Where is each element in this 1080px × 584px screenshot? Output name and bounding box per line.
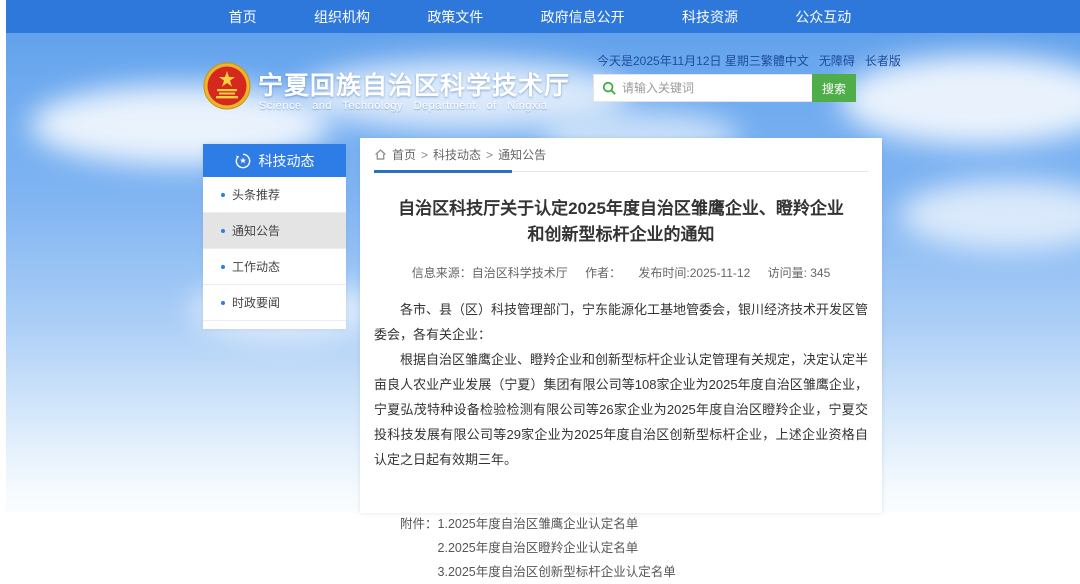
sidebar-title: 科技动态: [259, 151, 315, 171]
link-elder-version[interactable]: 长者版: [865, 52, 901, 69]
article-body: 各市、县（区）科技管理部门，宁东能源化工基地管委会，银川经济技术开发区管委会，各…: [374, 297, 868, 472]
article-title-line2: 和创新型标杆企业的通知: [374, 222, 868, 248]
nav-item-public-interaction[interactable]: 公众互动: [795, 7, 851, 27]
meta-author: 作者：: [585, 266, 621, 280]
header-meta-row: 今天是2025年11月12日 星期三 繁體中文 无障碍 长者版: [597, 52, 875, 68]
sidebar-item-headline-recommend[interactable]: 头条推荐: [203, 177, 346, 213]
attachment-link-1[interactable]: 1.2025年度自治区雏鹰企业认定名单: [438, 512, 676, 536]
breadcrumb: 首页 > 科技动态 > 通知公告: [374, 138, 868, 172]
bullet-dot-icon: [221, 301, 225, 305]
nav-item-policy-documents[interactable]: 政策文件: [427, 7, 483, 27]
breadcrumb-tech-news[interactable]: 科技动态: [433, 146, 481, 163]
nav-item-home[interactable]: 首页: [229, 7, 257, 27]
article-paragraph: 各市、县（区）科技管理部门，宁东能源化工基地管委会，银川经济技术开发区管委会，各…: [374, 297, 868, 347]
meta-publish-time: 发布时间:2025-11-12: [638, 266, 750, 280]
breadcrumb-separator: >: [486, 148, 493, 162]
breadcrumb-separator: >: [421, 148, 428, 162]
page-left-margin: [0, 0, 6, 513]
home-icon: [374, 148, 387, 161]
cloud-decoration: [840, 55, 1080, 145]
link-accessibility[interactable]: 无障碍: [819, 52, 855, 69]
sidebar-item-label: 头条推荐: [232, 186, 280, 203]
bullet-dot-icon: [221, 229, 225, 233]
meta-visit-count: 访问量: 345: [768, 266, 831, 280]
nav-item-tech-resources[interactable]: 科技资源: [682, 7, 738, 27]
attachments-list: 1.2025年度自治区雏鹰企业认定名单 2.2025年度自治区瞪羚企业认定名单 …: [438, 512, 676, 584]
sidebar-item-label: 通知公告: [232, 222, 280, 239]
bullet-dot-icon: [221, 193, 225, 197]
site-title: 宁夏回族自治区科学技术厅: [258, 66, 588, 102]
top-navigation-bar: 首页 组织机构 政策文件 政府信息公开 科技资源 公众互动: [6, 0, 1080, 33]
sidebar-header: 科技动态: [203, 144, 346, 177]
search-button[interactable]: 搜索: [812, 74, 856, 102]
sidebar-footer-spacer: [203, 321, 346, 329]
attachments-label: 附件：: [400, 512, 438, 584]
today-date-text: 今天是2025年11月12日 星期三: [597, 52, 761, 69]
sidebar-item-label: 时政要闻: [232, 294, 280, 311]
search-input[interactable]: [622, 81, 804, 95]
nav-item-organization[interactable]: 组织机构: [314, 7, 370, 27]
sidebar-item-label: 工作动态: [232, 258, 280, 275]
article-meta: 信息来源：自治区科学技术厅 作者： 发布时间:2025-11-12 访问量: 3…: [374, 264, 868, 281]
article-paragraph: 根据自治区雏鹰企业、瞪羚企业和创新型标杆企业认定管理有关规定，决定认定半亩良人农…: [374, 347, 868, 472]
top-navigation-items: 首页 组织机构 政策文件 政府信息公开 科技资源 公众互动: [200, 0, 880, 33]
cloud-decoration: [900, 180, 1080, 250]
site-subtitle-english: Science and Technology Department of Nin…: [259, 100, 589, 112]
sidebar-item-notices[interactable]: 通知公告: [203, 213, 346, 249]
nav-item-gov-info-disclosure[interactable]: 政府信息公开: [541, 7, 625, 27]
link-traditional-chinese[interactable]: 繁體中文: [761, 52, 809, 69]
article-title-line1: 自治区科技厅关于认定2025年度自治区雏鹰企业、瞪羚企业: [374, 196, 868, 222]
sidebar-item-current-politics[interactable]: 时政要闻: [203, 285, 346, 321]
search-box: [593, 74, 812, 102]
quick-links: 繁體中文 无障碍 长者版: [761, 52, 901, 69]
article-title: 自治区科技厅关于认定2025年度自治区雏鹰企业、瞪羚企业 和创新型标杆企业的通知: [374, 196, 868, 248]
search-icon: [602, 81, 616, 95]
attachment-link-2[interactable]: 2.2025年度自治区瞪羚企业认定名单: [438, 536, 676, 560]
breadcrumb-notices[interactable]: 通知公告: [498, 146, 546, 163]
meta-source: 信息来源：自治区科学技术厅: [412, 266, 568, 280]
sidebar-item-work-news[interactable]: 工作动态: [203, 249, 346, 285]
bullet-dot-icon: [221, 265, 225, 269]
breadcrumb-home[interactable]: 首页: [392, 146, 416, 163]
national-emblem-logo: [203, 62, 251, 110]
main-content-panel: 首页 > 科技动态 > 通知公告 自治区科技厅关于认定2025年度自治区雏鹰企业…: [360, 138, 882, 513]
sidebar-tech-news: 科技动态 头条推荐 通知公告 工作动态 时政要闻: [203, 144, 346, 329]
circular-star-icon: [235, 153, 251, 169]
search-bar: 搜索: [593, 74, 856, 102]
attachments-block: 附件： 1.2025年度自治区雏鹰企业认定名单 2.2025年度自治区瞪羚企业认…: [400, 512, 868, 584]
attachment-link-3[interactable]: 3.2025年度自治区创新型标杆企业认定名单: [438, 560, 676, 584]
